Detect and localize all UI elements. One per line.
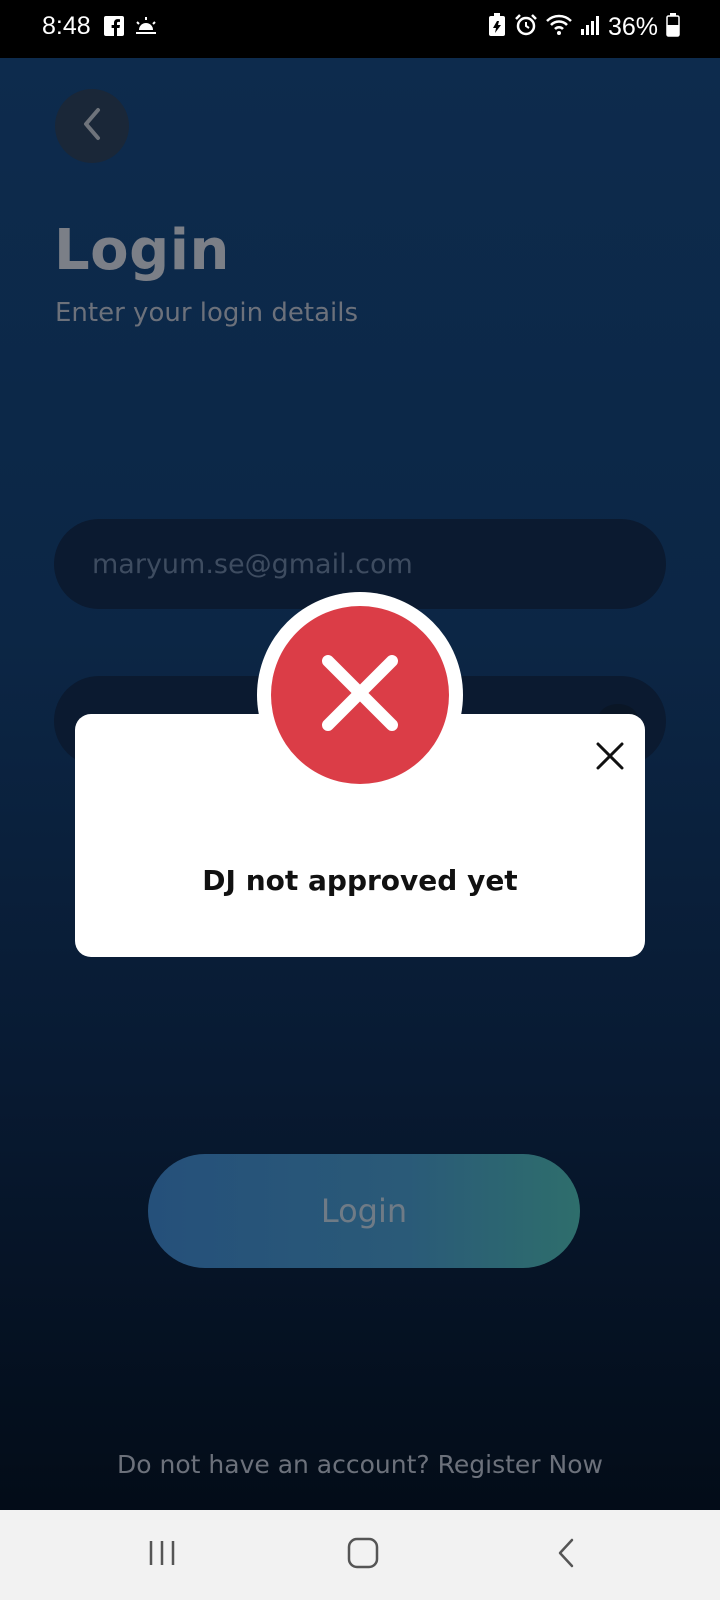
dialog-overlay: DJ not approved yet <box>0 0 720 1510</box>
error-badge <box>257 592 463 798</box>
back-nav-button[interactable] <box>536 1532 596 1578</box>
home-button[interactable] <box>333 1532 393 1578</box>
dialog-close-button[interactable] <box>590 738 630 778</box>
navigation-bar <box>0 1510 720 1600</box>
error-x-icon <box>320 653 400 737</box>
recents-icon <box>147 1538 177 1572</box>
close-icon <box>596 742 624 774</box>
error-circle <box>271 606 449 784</box>
home-icon <box>347 1537 379 1573</box>
dialog-message: DJ not approved yet <box>202 864 518 897</box>
back-icon <box>555 1537 577 1573</box>
recents-button[interactable] <box>132 1532 192 1578</box>
